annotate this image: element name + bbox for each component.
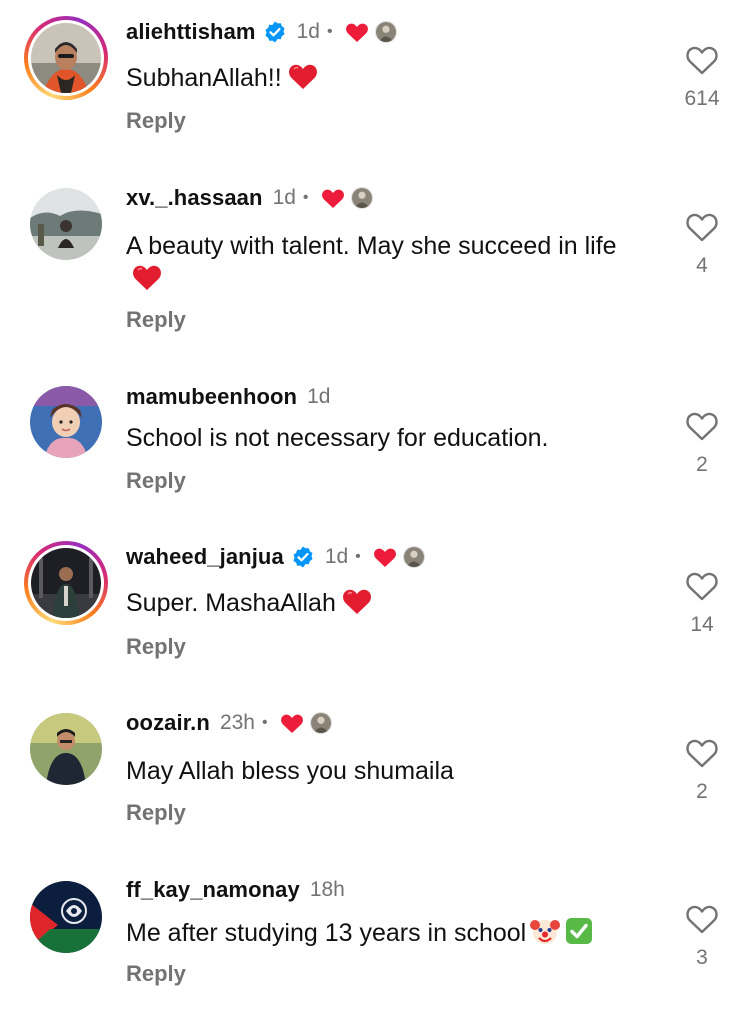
comment-body: May Allah bless you shumaila — [126, 757, 454, 785]
username[interactable]: ff_kay_namonay — [126, 877, 300, 903]
separator-dot: • — [261, 714, 268, 731]
comment-time: 1d — [324, 545, 349, 568]
reply-button[interactable]: Reply — [126, 961, 186, 987]
reply-button[interactable]: Reply — [126, 634, 186, 660]
username[interactable]: mamubeenhoon — [126, 384, 297, 410]
heart-outline-icon[interactable] — [685, 212, 719, 242]
comment-header: waheed_janjua 1d • — [126, 541, 425, 573]
avatar[interactable] — [30, 881, 102, 953]
comment-time: 23h — [219, 711, 255, 734]
comment-header: mamubeenhoon 1d — [126, 381, 330, 413]
comment-time: 1d — [307, 385, 331, 408]
like-column: 14 — [672, 571, 732, 637]
creator-avatar — [309, 712, 332, 734]
red-heart-emoji — [132, 264, 162, 291]
like-column: 2 — [672, 411, 732, 477]
like-column: 4 — [672, 212, 732, 278]
creator-avatar — [402, 546, 425, 568]
avatar[interactable] — [30, 188, 102, 260]
avatar-story-ring[interactable] — [24, 541, 108, 625]
comment-time: 18h — [309, 878, 345, 901]
avatar[interactable] — [30, 386, 102, 458]
like-count: 2 — [696, 453, 708, 476]
red-heart-emoji — [342, 588, 372, 615]
heart-filled-icon — [280, 712, 304, 734]
like-count: 2 — [696, 780, 708, 803]
comment-body: Me after studying 13 years in school — [126, 919, 527, 947]
comment-text: Super. MashaAllah — [126, 587, 646, 620]
comment-header: ff_kay_namonay 18h — [126, 874, 345, 906]
separator-dot: • — [302, 189, 309, 206]
check-mark-button-emoji — [564, 916, 594, 946]
comment-header: xv._.hassaan 1d • — [126, 182, 373, 214]
like-count: 14 — [690, 613, 714, 636]
heart-outline-icon[interactable] — [685, 738, 719, 768]
like-count: 4 — [696, 254, 708, 277]
comment-text: A beauty with talent. May she succeed in… — [126, 230, 626, 296]
reply-button[interactable]: Reply — [126, 307, 186, 333]
separator-dot: • — [355, 548, 361, 565]
comment-text: May Allah bless you shumaila — [126, 755, 646, 788]
like-column: 3 — [672, 904, 732, 970]
comment-body: Super. MashaAllah — [126, 589, 336, 617]
clown-face-emoji — [530, 916, 561, 946]
creator-avatar — [350, 187, 373, 209]
heart-filled-icon — [373, 546, 397, 568]
username[interactable]: oozair.n — [126, 710, 210, 736]
like-column: 2 — [672, 738, 732, 804]
comment-body: School is not necessary for education. — [126, 424, 549, 452]
reply-button[interactable]: Reply — [126, 468, 186, 494]
avatar — [31, 548, 101, 618]
heart-outline-icon[interactable] — [685, 571, 719, 601]
heart-filled-icon — [321, 187, 345, 209]
verified-badge-icon — [291, 545, 315, 569]
comment-header: oozair.n 23h • — [126, 707, 332, 739]
heart-outline-icon[interactable] — [685, 411, 719, 441]
like-count: 3 — [696, 946, 708, 969]
heart-outline-icon[interactable] — [685, 904, 719, 934]
comment-text: Me after studying 13 years in school — [126, 916, 646, 950]
username[interactable]: waheed_janjua — [126, 544, 284, 570]
reply-button[interactable]: Reply — [126, 800, 186, 826]
comment-text: School is not necessary for education. — [126, 422, 646, 455]
comment-time: 1d — [272, 186, 296, 209]
username[interactable]: xv._.hassaan — [126, 185, 263, 211]
comment-body: A beauty with talent. May she succeed in… — [126, 232, 617, 260]
comment-item: ff_kay_namonay 18h Me after studying 13 … — [0, 0, 756, 986]
avatar[interactable] — [30, 713, 102, 785]
